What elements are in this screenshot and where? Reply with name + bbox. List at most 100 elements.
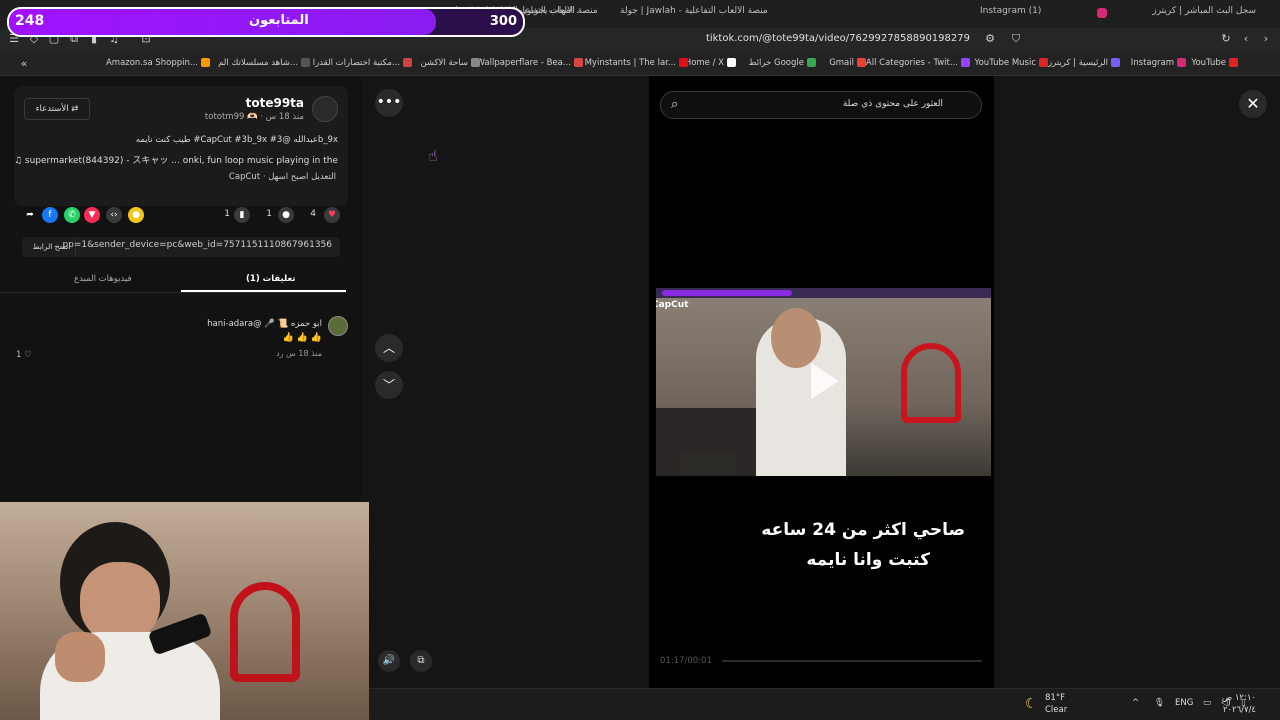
share-link[interactable]: ...pp=1&sender_device=pc&web_id=75711511…	[54, 240, 332, 250]
tab-creator-videos[interactable]: فيديوهات المبدع	[74, 274, 132, 284]
send-icon[interactable]: ▼	[84, 207, 100, 223]
webcam-overlay	[0, 502, 369, 720]
followers-label: المتابعون	[249, 13, 309, 28]
chevron-up-icon: ︿	[382, 341, 395, 355]
saves-count: 1	[224, 209, 230, 219]
maps-icon	[807, 58, 816, 67]
tab-comments[interactable]: تعليقات (1)	[246, 274, 295, 284]
post-card: tote99ta tototm99 🫶🏻 · منذ 18 س الأستدعا…	[14, 86, 348, 206]
link-row: نسخ الرابط ...pp=1&sender_device=pc&web_…	[22, 237, 340, 257]
video-frame[interactable]: CapCut	[656, 288, 991, 476]
bookmark-maps[interactable]: خرائط Google	[749, 58, 816, 68]
bookmark-youtube[interactable]: YouTube	[1191, 58, 1238, 68]
bookmark-library[interactable]: مكتبة اختصارات القدرا...	[313, 58, 412, 68]
video-progress-bar[interactable]	[722, 660, 982, 662]
clock-time[interactable]: ١٢:١٠ ص	[1222, 693, 1256, 703]
search-icon[interactable]: ⌕	[671, 97, 678, 112]
twitch-icon	[961, 58, 970, 67]
follow-button[interactable]: الأستدعاء ⇄	[24, 98, 90, 120]
close-button[interactable]: ✕	[1239, 90, 1267, 118]
wallpaperflare-icon	[574, 58, 583, 67]
tab-1[interactable]: Instagram (1)	[980, 6, 1110, 22]
webcam-hand	[55, 632, 105, 682]
comment-meta[interactable]: منذ 18 س رد	[276, 349, 322, 358]
tab-0[interactable]: سجل البث المباشر | كريترز	[1152, 6, 1256, 22]
microphone-icon[interactable]: 🎙	[1154, 698, 1165, 708]
previous-video-button[interactable]: ︿	[375, 334, 403, 362]
reload-icon[interactable]: ↻	[1220, 33, 1232, 45]
pip-icon[interactable]: ⧉	[410, 650, 432, 672]
bookmark-gmail[interactable]: Gmail	[829, 58, 866, 68]
comment-item: hani-adara@ 🎤 📜 ابو حمزه 👍 👍 👍 منذ 18 س …	[14, 316, 348, 366]
comment-author[interactable]: hani-adara@ 🎤 📜 ابو حمزه	[207, 319, 322, 329]
webcam-face	[80, 562, 160, 642]
bookmark-icon[interactable]: ⛉	[1010, 33, 1022, 45]
heart-icon[interactable]: ♥	[324, 207, 340, 223]
save-icon[interactable]: ▮	[234, 207, 250, 223]
bookmark-youtube-music[interactable]: YouTube Music	[975, 58, 1048, 68]
volume-icon[interactable]: 🔊	[378, 650, 400, 672]
tab-2[interactable]: جولة | Jawlah - منصة الألعاب التفاعلية	[620, 6, 820, 22]
avatar[interactable]	[312, 96, 338, 122]
site-settings-icon[interactable]: ⚙	[984, 33, 996, 45]
music-title[interactable]: ♫ supermarket(844392) - スキャッ ... onki, f…	[14, 153, 338, 166]
instagram-icon	[1097, 8, 1107, 18]
comment-like[interactable]: 1 ♡	[16, 350, 32, 360]
comments-count: 1	[266, 209, 272, 219]
url-field[interactable]: tiktok.com/@tote99ta/video/7629927858890…	[706, 33, 970, 44]
next-video-button[interactable]: ﹀	[375, 371, 403, 399]
bookmark-amazon[interactable]: Amazon.sa Shoppin...	[106, 58, 210, 68]
whatsapp-icon[interactable]: ✆	[64, 207, 80, 223]
capcut-watermark: CapCut	[656, 300, 689, 310]
subtabs: تعليقات (1) فيديوهات المبدع	[0, 269, 346, 293]
video-caption-line2: كتبت وانا نايمه	[806, 550, 930, 570]
bookmark-series[interactable]: شاهد مسلسلاتك الم...	[218, 58, 310, 68]
bookmark-instagram[interactable]: Instagram	[1131, 58, 1186, 68]
chevron-down-icon: ﹀	[382, 378, 395, 392]
capcut-link[interactable]: CapCut · التعديل اصبح اسهل	[229, 172, 336, 182]
related-search-input[interactable]: العثور على محتوى ذي صلة ⌕	[660, 91, 982, 119]
post-panel: tote99ta tototm99 🫶🏻 · منذ 18 س الأستدعا…	[0, 76, 362, 506]
likes-count: 4	[310, 209, 316, 219]
clock-date: ٢٠٢٦/٧/٤	[1222, 705, 1256, 715]
forward-icon[interactable]: ›	[1260, 33, 1272, 45]
bookmark-myinstants[interactable]: Myinstants | The lar...	[585, 58, 688, 68]
tv-icon	[301, 58, 310, 67]
tab-underline	[181, 290, 346, 292]
weather-temp[interactable]: 81°F	[1045, 693, 1065, 703]
username[interactable]: tote99ta	[246, 96, 304, 110]
myinstants-icon	[679, 58, 688, 67]
chevron-double-left-icon[interactable]: «	[18, 58, 30, 70]
embed-icon[interactable]: ‹›	[106, 207, 122, 223]
followers-goal: 300	[489, 14, 517, 29]
headset-icon	[901, 343, 961, 423]
search-placeholder: العثور على محتوى ذي صلة	[842, 99, 943, 109]
more-options-button[interactable]: •••	[375, 89, 403, 117]
language-indicator[interactable]: ENG	[1175, 698, 1193, 708]
heart-outline-icon: ♡	[24, 350, 32, 360]
moon-icon: ☾	[1025, 696, 1038, 712]
play-icon[interactable]	[811, 363, 839, 399]
network-icon[interactable]: ▭	[1203, 698, 1211, 708]
video-caption-line1: صاحي اكثر من 24 ساعه	[761, 520, 965, 540]
bookmark-creators[interactable]: الرئيسية | كريترز	[1048, 58, 1120, 68]
amazon-icon	[201, 58, 210, 67]
back-icon[interactable]: ‹	[1240, 33, 1252, 45]
coin-icon[interactable]: ●	[128, 207, 144, 223]
followers-count: 248	[15, 13, 45, 29]
facebook-icon[interactable]: f	[42, 207, 58, 223]
followers-goal-bar: 248 المتابعون 300	[7, 7, 525, 37]
youtube-icon	[1229, 58, 1238, 67]
bookmark-action[interactable]: ساحة الاكشن	[420, 58, 480, 68]
video-person-head	[771, 308, 821, 368]
comment-text: 👍 👍 👍	[282, 333, 322, 343]
youtube-music-icon	[1039, 58, 1048, 67]
share-arrow-icon[interactable]: ➦	[22, 207, 38, 223]
comment-avatar[interactable]	[328, 316, 348, 336]
chevron-up-icon[interactable]: ^	[1132, 698, 1139, 708]
bookmark-twitch[interactable]: All Categories - Twit...	[866, 58, 970, 68]
comment-icon[interactable]: ●	[278, 207, 294, 223]
bookmark-wallpaperflare[interactable]: Wallpaperflare - Bea...	[477, 58, 583, 68]
bookmark-x[interactable]: Home / X	[685, 58, 736, 68]
followers-progress-fill	[9, 9, 436, 35]
